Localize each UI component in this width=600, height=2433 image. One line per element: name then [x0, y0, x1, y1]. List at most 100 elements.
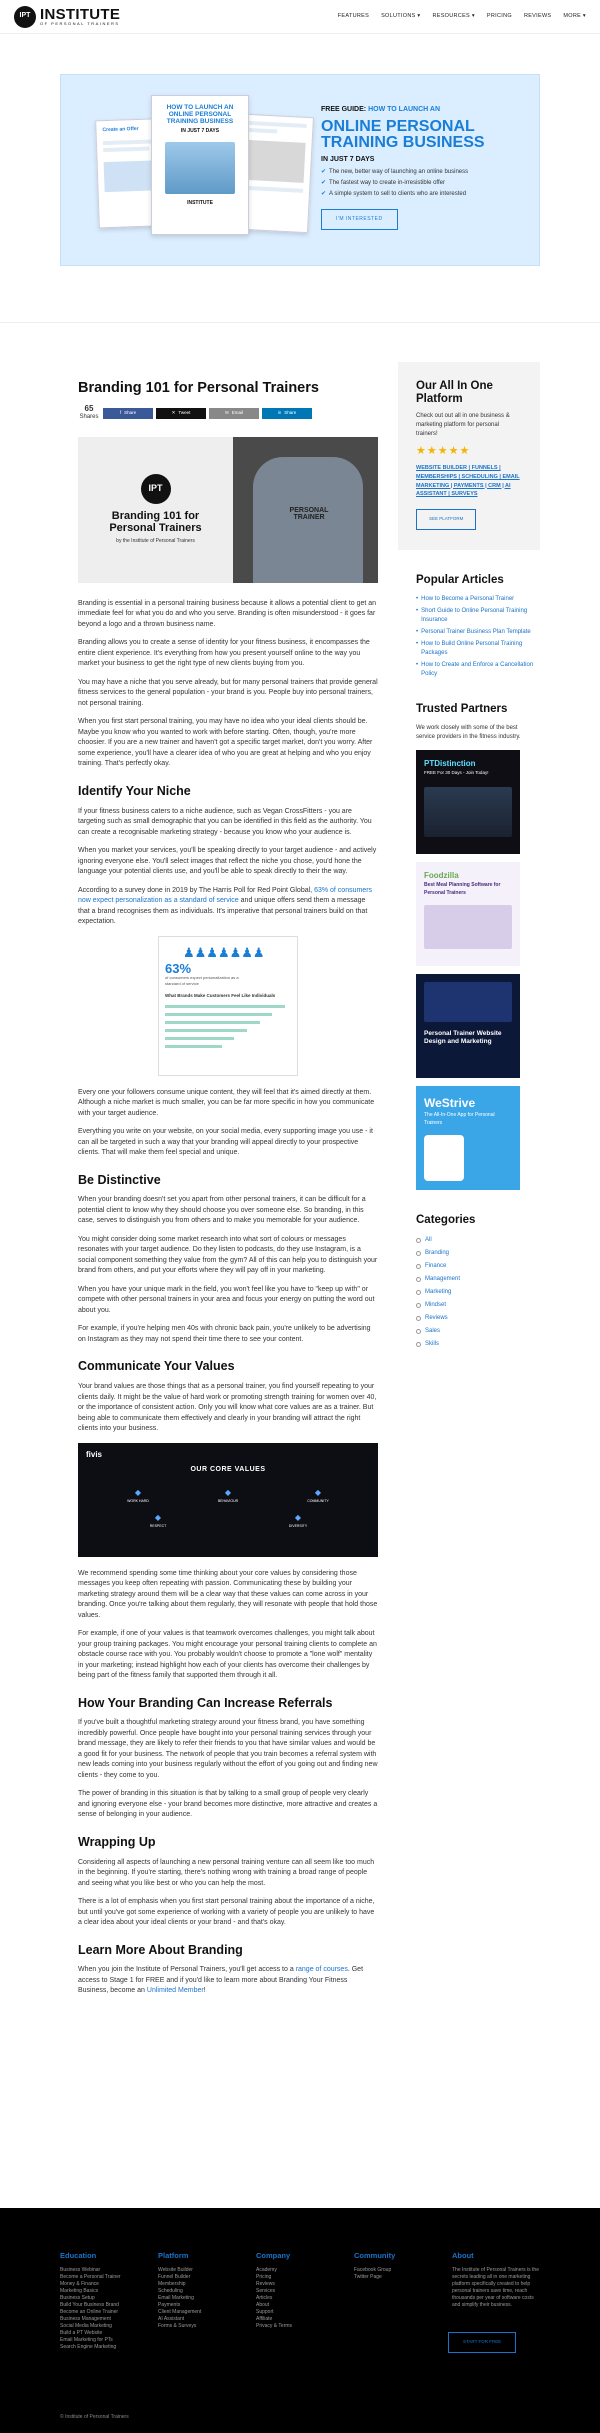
popular-article-item[interactable]: • How to Build Online Personal Training P…: [416, 640, 540, 658]
footer-link[interactable]: Twitter Page: [354, 2274, 444, 2281]
unlimited-member-link[interactable]: Unlimited Member: [147, 1987, 204, 1994]
platform-features[interactable]: WEBSITE BUILDER | FUNNELS | MEMBERSHIPS …: [416, 464, 522, 499]
popular-article-link[interactable]: How to Become a Personal Trainer: [421, 595, 514, 604]
nav-features[interactable]: FEATURES: [338, 12, 369, 20]
footer-link[interactable]: Money & Finance: [60, 2281, 150, 2288]
footer-link[interactable]: Become a Personal Trainer: [60, 2274, 150, 2281]
footer-link[interactable]: Academy: [256, 2267, 346, 2274]
category-item[interactable]: Marketing: [416, 1288, 540, 1297]
popular-article-link[interactable]: Short Guide to Online Personal Training …: [421, 607, 540, 625]
partner-ad-website-design[interactable]: Personal Trainer Website Design and Mark…: [416, 974, 520, 1079]
footer-link[interactable]: Facebook Group: [354, 2267, 444, 2274]
footer-link[interactable]: Business Webinar: [60, 2267, 150, 2274]
radio-icon: [416, 1328, 421, 1334]
footer-link[interactable]: Privacy & Terms: [256, 2323, 346, 2330]
footer-link[interactable]: Website Builder: [158, 2267, 248, 2274]
footer-link[interactable]: About: [256, 2302, 346, 2309]
footer-link[interactable]: AI Assistant: [158, 2316, 248, 2323]
category-item[interactable]: Skills: [416, 1340, 540, 1349]
share-count: 65 Shares: [78, 405, 100, 421]
footer-link[interactable]: Search Engine Marketing: [60, 2344, 150, 2351]
footer-link[interactable]: Social Media Marketing: [60, 2323, 150, 2330]
facebook-share-button[interactable]: f Share: [103, 407, 153, 419]
footer-link[interactable]: Support: [256, 2309, 346, 2316]
nav-pricing[interactable]: PRICING: [487, 12, 512, 20]
infographic-bar: [165, 1012, 273, 1016]
core-value-label: BEHAVIOUR: [217, 1498, 239, 1503]
footer-link[interactable]: Email Marketing for PTs: [60, 2337, 150, 2344]
popular-article-item[interactable]: • How to Become a Personal Trainer: [416, 595, 540, 604]
footer-links: Business Webinar Become a Personal Train…: [60, 2267, 150, 2351]
footer-link[interactable]: Articles: [256, 2295, 346, 2302]
footer-links: Website Builder Funnel Builder Membershi…: [158, 2267, 248, 2330]
category-label: Finance: [425, 1262, 447, 1269]
footer-link[interactable]: Pricing: [256, 2274, 346, 2281]
nav-resources[interactable]: RESOURCES ▾: [432, 12, 474, 20]
book-photo: [165, 141, 235, 194]
popular-article-item[interactable]: • How to Create and Enforce a Cancellatio…: [416, 661, 540, 679]
footer-link[interactable]: Services: [256, 2288, 346, 2295]
footer-link[interactable]: Business Setup: [60, 2295, 150, 2302]
site-logo[interactable]: IPT INSTITUTE OF PERSONAL TRAINERS: [14, 5, 121, 28]
interested-button[interactable]: I'M INTERESTED: [321, 208, 398, 231]
footer-link[interactable]: Payments: [158, 2302, 248, 2309]
footer-link[interactable]: Email Marketing: [158, 2295, 248, 2302]
footer-link[interactable]: Membership: [158, 2281, 248, 2288]
paragraph: When you have your unique mark in the fi…: [78, 1285, 375, 1314]
radio-icon: [416, 1276, 421, 1282]
popular-article-link[interactable]: How to Create and Enforce a Cancellation…: [421, 661, 540, 679]
footer-link[interactable]: Build Your Business Brand: [60, 2302, 150, 2309]
core-value-label: RESPECT: [149, 1523, 167, 1528]
partner-ad-ptdistinction[interactable]: PTDistinction FREE For 30 Days - Join To…: [416, 750, 520, 855]
category-item[interactable]: Reviews: [416, 1314, 540, 1323]
category-item[interactable]: All: [416, 1236, 540, 1245]
share-label: Share: [124, 409, 137, 415]
partner-tagline: The All-In-One App for Personal Trainers: [424, 1112, 495, 1126]
sidebar: Our All In One Platform Check out out al…: [398, 362, 540, 1353]
courses-link[interactable]: range of courses: [296, 1966, 348, 1973]
popular-article-link[interactable]: Personal Trainer Business Plan Template: [421, 628, 531, 637]
radio-icon: [416, 1302, 421, 1308]
start-free-button[interactable]: START FOR FREE: [448, 2332, 517, 2353]
footer-link[interactable]: Build a PT Website: [60, 2330, 150, 2337]
partner-ad-westrive[interactable]: WeStrive The All-In-One App for Personal…: [416, 1086, 520, 1191]
category-item[interactable]: Management: [416, 1275, 540, 1284]
email-share-button[interactable]: ✉ Email: [209, 407, 259, 419]
footer-link[interactable]: Marketing Basics: [60, 2288, 150, 2295]
category-item[interactable]: Sales: [416, 1327, 540, 1336]
category-item[interactable]: Mindset: [416, 1301, 540, 1310]
footer-link[interactable]: Reviews: [256, 2281, 346, 2288]
footer-link[interactable]: Client Management: [158, 2309, 248, 2316]
paragraph: If your fitness business caters to a nic…: [78, 807, 372, 836]
share-label: Email: [231, 409, 244, 415]
footer-link[interactable]: Scheduling: [158, 2288, 248, 2295]
infographic-caption: of consumers expect personalization as a…: [165, 975, 239, 987]
nav-more[interactable]: MORE ▾: [563, 12, 586, 20]
footer-link[interactable]: Affiliate: [256, 2316, 346, 2323]
footer-link[interactable]: Forms & Surveys: [158, 2323, 248, 2330]
footer-link[interactable]: Business Management: [60, 2316, 150, 2323]
personalization-infographic: ♟♟♟♟♟♟♟ 63% of consumers expect personal…: [158, 935, 298, 1076]
partner-ad-foodzilla[interactable]: Foodzilla Best Meal Planning Software fo…: [416, 862, 520, 967]
category-item[interactable]: Branding: [416, 1249, 540, 1258]
partner-screenshot: [424, 905, 512, 950]
footer-link[interactable]: Become an Online Trainer: [60, 2309, 150, 2316]
footer-links: Academy Pricing Reviews Services Article…: [256, 2267, 346, 2330]
nav-reviews[interactable]: REVIEWS: [524, 12, 551, 20]
category-label: Marketing: [425, 1288, 452, 1295]
partner-tagline: FREE For 30 Days - Join Today!: [424, 770, 489, 776]
linkedin-share-button[interactable]: in Share: [262, 407, 312, 419]
guide-subtitle: IN JUST 7 DAYS: [321, 156, 375, 164]
popular-article-item[interactable]: • Personal Trainer Business Plan Template: [416, 628, 540, 637]
twitter-share-button[interactable]: ✕ Tweet: [156, 407, 206, 419]
paragraph: If you've built a thoughtful marketing s…: [78, 1719, 378, 1779]
footer-link[interactable]: Funnel Builder: [158, 2274, 248, 2281]
book-brand: INSTITUTE: [187, 199, 213, 206]
category-item[interactable]: Finance: [416, 1262, 540, 1271]
see-platform-button[interactable]: SEE PLATFORM: [416, 509, 477, 530]
popular-article-item[interactable]: • Short Guide to Online Personal Training…: [416, 607, 540, 625]
category-label: Mindset: [425, 1301, 447, 1308]
popular-article-link[interactable]: How to Build Online Personal Training Pa…: [421, 640, 540, 658]
logo-title: INSTITUTE: [40, 6, 121, 23]
nav-solutions[interactable]: SOLUTIONS ▾: [381, 12, 420, 20]
